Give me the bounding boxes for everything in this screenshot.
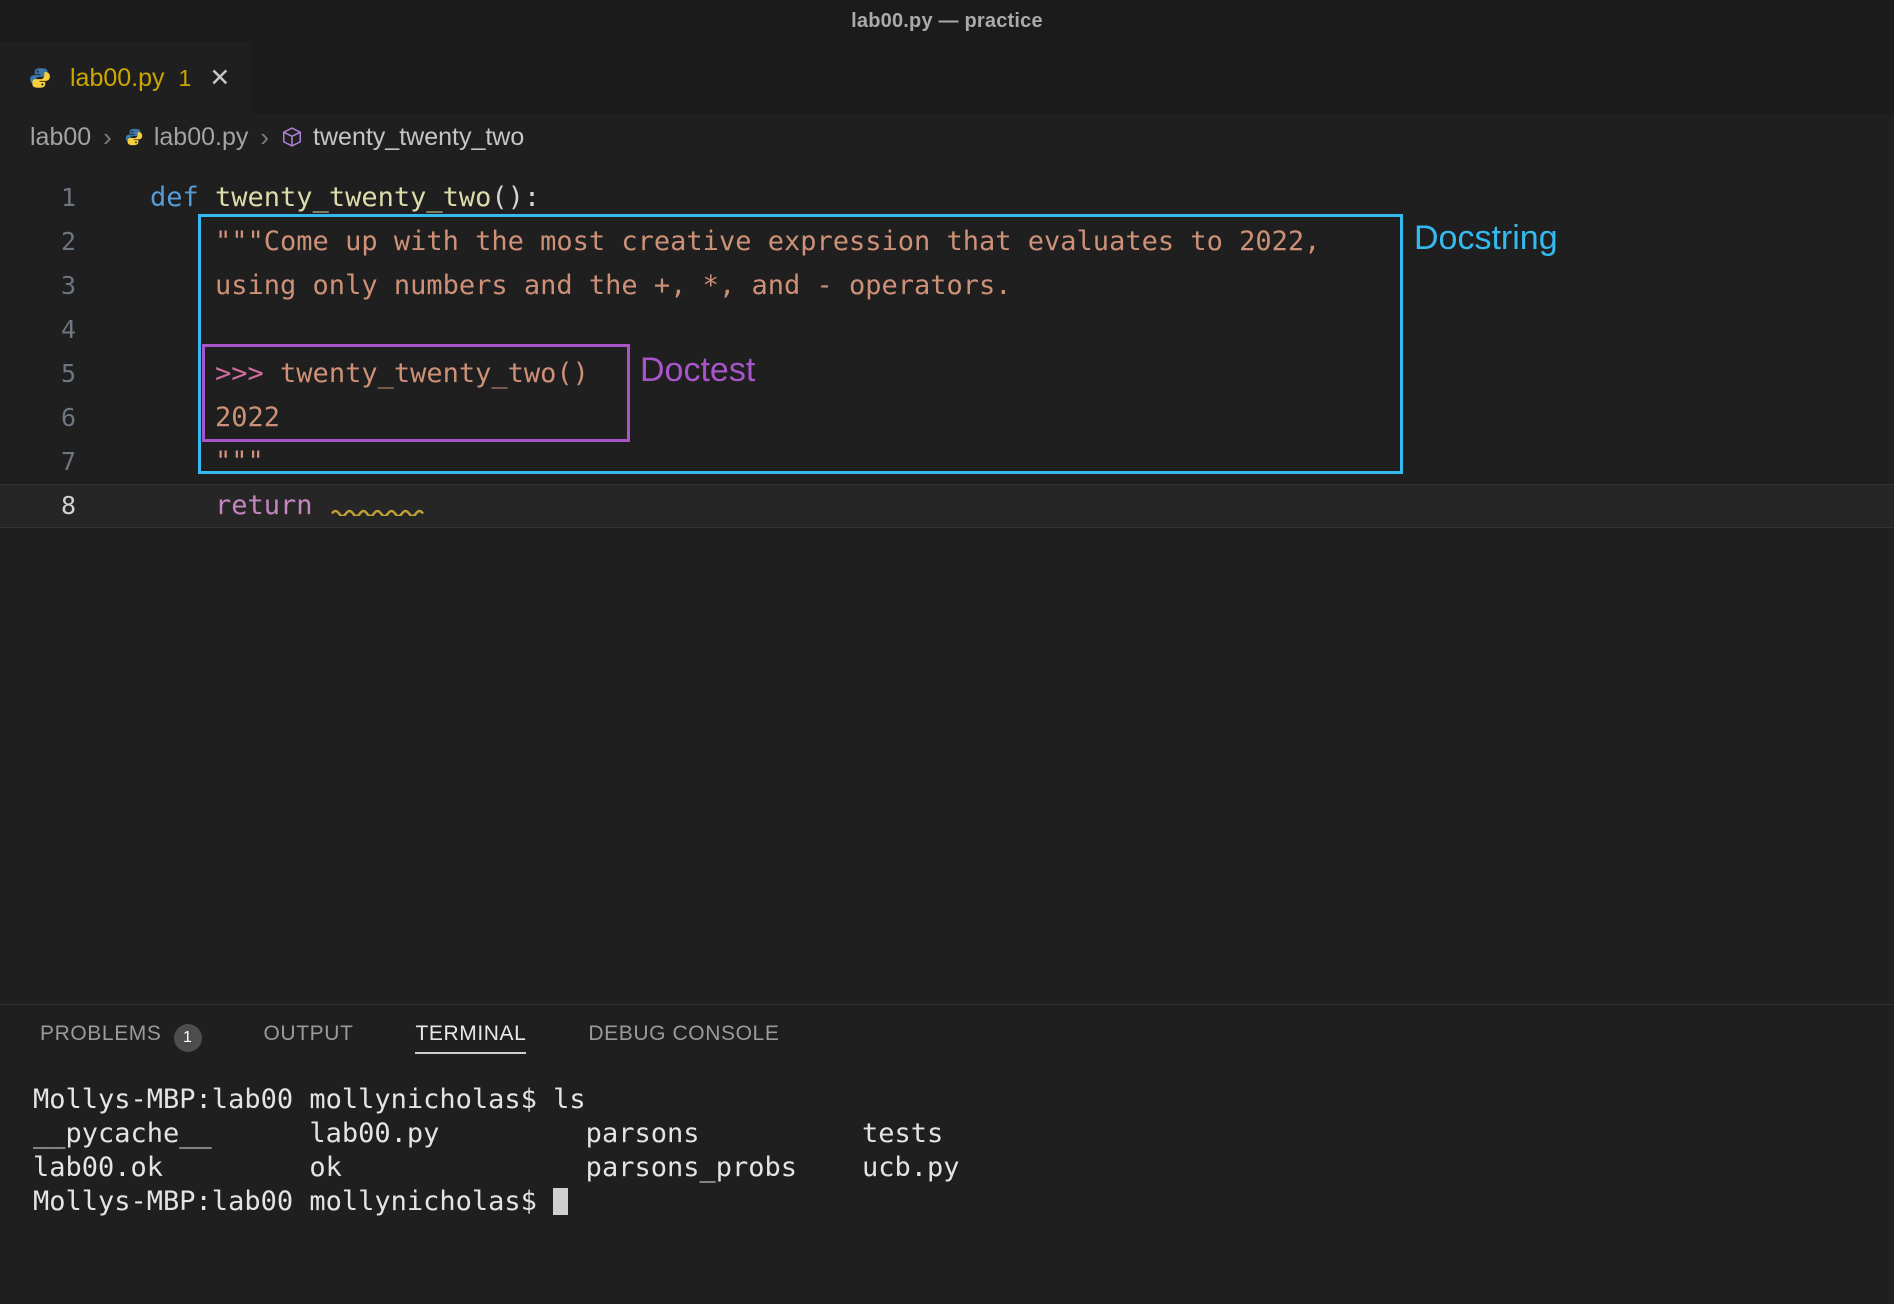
warning-squiggle-icon xyxy=(331,507,426,516)
panel-tab-bar: PROBLEMS 1 OUTPUT TERMINAL DEBUG CONSOLE xyxy=(0,1005,1894,1071)
line-number: 6 xyxy=(0,396,112,440)
code-text: """Come up with the most creative expres… xyxy=(112,220,1320,264)
python-icon xyxy=(124,127,144,147)
line-number: 7 xyxy=(0,440,112,484)
tab-debug-console[interactable]: DEBUG CONSOLE xyxy=(588,1022,779,1054)
problems-count-badge: 1 xyxy=(174,1024,202,1052)
code-text: >>> twenty_twenty_two() xyxy=(112,352,589,396)
code-text: def twenty_twenty_two(): xyxy=(112,176,540,220)
tab-close-button[interactable]: ✕ xyxy=(209,63,230,93)
terminal-prompt-line: Mollys-MBP:lab00 mollynicholas$ xyxy=(33,1185,1894,1219)
symbol-cube-icon xyxy=(281,126,303,148)
code-text: """ xyxy=(112,440,264,484)
breadcrumb-separator: › xyxy=(103,122,112,153)
code-line-active: 8 return xyxy=(0,484,1894,528)
terminal-output[interactable]: Mollys-MBP:lab00 mollynicholas$ ls __pyc… xyxy=(0,1071,1894,1219)
tab-output[interactable]: OUTPUT xyxy=(264,1022,354,1054)
code-text: return xyxy=(112,484,426,528)
terminal-line: Mollys-MBP:lab00 mollynicholas$ ls xyxy=(33,1083,1894,1117)
code-line: 6 2022 xyxy=(0,396,1894,440)
tab-label: lab00.py xyxy=(70,64,165,93)
code-text: using only numbers and the +, *, and - o… xyxy=(112,264,1012,308)
window-title: lab00.py — practice xyxy=(851,10,1043,33)
line-number: 1 xyxy=(0,176,112,220)
code-line: 2 """Come up with the most creative expr… xyxy=(0,220,1894,264)
code-text xyxy=(112,308,150,352)
debug-console-label: DEBUG CONSOLE xyxy=(588,1022,779,1054)
terminal-cursor xyxy=(553,1188,568,1215)
tab-terminal[interactable]: TERMINAL xyxy=(415,1022,526,1054)
code-line: 5 >>> twenty_twenty_two() xyxy=(0,352,1894,396)
editor-tab-lab00[interactable]: lab00.py 1 ✕ xyxy=(0,42,252,114)
tab-problems[interactable]: PROBLEMS 1 xyxy=(40,1022,202,1054)
code-editor[interactable]: 1 def twenty_twenty_two(): 2 """Come up … xyxy=(0,160,1894,1004)
terminal-label: TERMINAL xyxy=(415,1022,526,1054)
code-text: 2022 xyxy=(112,396,280,440)
line-number: 5 xyxy=(0,352,112,396)
breadcrumb-symbol[interactable]: twenty_twenty_two xyxy=(313,123,524,152)
problems-label: PROBLEMS xyxy=(40,1022,162,1054)
breadcrumb: lab00 › lab00.py › twenty_twenty_two xyxy=(0,114,1894,160)
line-number: 3 xyxy=(0,264,112,308)
code-line: 7 """ xyxy=(0,440,1894,484)
breadcrumb-separator: › xyxy=(260,122,269,153)
terminal-line: lab00.ok ok parsons_probs ucb.py xyxy=(33,1151,1894,1185)
bottom-panel: PROBLEMS 1 OUTPUT TERMINAL DEBUG CONSOLE… xyxy=(0,1004,1894,1304)
line-number: 8 xyxy=(0,484,112,528)
code-line: 4 xyxy=(0,308,1894,352)
output-label: OUTPUT xyxy=(264,1022,354,1054)
line-number: 4 xyxy=(0,308,112,352)
python-icon xyxy=(28,66,52,90)
code-line: 3 using only numbers and the +, *, and -… xyxy=(0,264,1894,308)
tab-warning-badge: 1 xyxy=(179,65,192,92)
breadcrumb-file[interactable]: lab00.py xyxy=(154,123,249,152)
terminal-line: __pycache__ lab00.py parsons tests xyxy=(33,1117,1894,1151)
breadcrumb-folder[interactable]: lab00 xyxy=(30,123,91,152)
tab-bar: lab00.py 1 ✕ xyxy=(0,42,1894,114)
line-number: 2 xyxy=(0,220,112,264)
titlebar: lab00.py — practice xyxy=(0,0,1894,42)
code-line: 1 def twenty_twenty_two(): xyxy=(0,176,1894,220)
